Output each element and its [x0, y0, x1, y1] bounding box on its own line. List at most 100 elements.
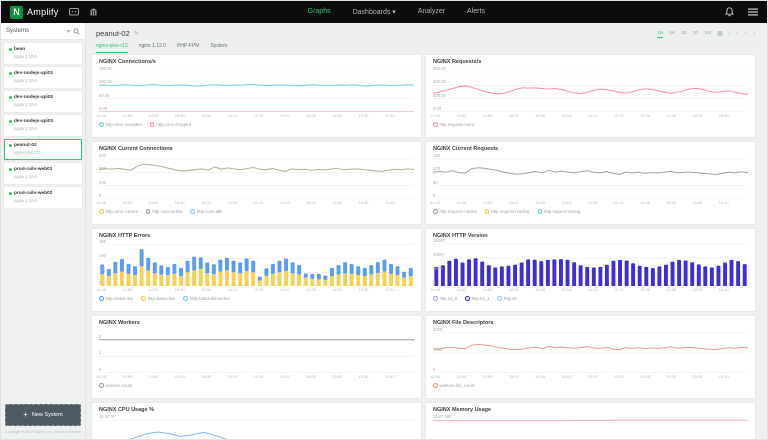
x-axis-tick: 15:00 [174, 113, 185, 118]
sidebar-item-prod-rails-web02[interactable]: prod-rails-web02 nginx 1.10.0 [4, 187, 82, 208]
legend-item: http.request.writing [537, 209, 580, 214]
chevron-down-icon[interactable]: ▾ [67, 28, 70, 35]
y-axis-tick: 100 [99, 252, 106, 258]
tab-system[interactable]: System [210, 43, 227, 53]
live-icon[interactable]: ○ [744, 31, 747, 36]
x-axis-tick: 14:55 [148, 374, 159, 379]
x-axis-tick: 15:30 [332, 374, 343, 379]
nav-item-alerts[interactable]: Alerts [467, 8, 485, 16]
system-name: prod-rails-web02 [9, 191, 77, 196]
chart-card: NGINX Memory Usage15.07 MB14:4514:5014:5… [425, 402, 756, 439]
tab-php-fpm[interactable]: PHP-FPM [177, 43, 200, 53]
chart-plot[interactable]: 2 1 0 [99, 329, 414, 373]
x-axis-tick: 15:40 [384, 287, 395, 292]
new-system-button[interactable]: + New System [5, 404, 81, 426]
search-icon[interactable] [73, 27, 80, 35]
chart-plot[interactable]: 150 100 50 0 [99, 239, 414, 286]
legend-label: workers.fds_count [439, 383, 475, 388]
y-axis-tick: 300 [99, 153, 106, 158]
status-dot-icon [9, 72, 12, 75]
x-axis: 14:45 14:50 14:55 15:00 15:05 15:10 15:15 15:20… [96, 113, 414, 119]
system-name: prod-rails-web01 [9, 167, 77, 172]
tab-nginx-1-12-0[interactable]: nginx 1.12.0 [139, 43, 166, 53]
system-name: dev-nodejs-api01 [9, 71, 77, 76]
pan-right-icon[interactable]: › [753, 31, 755, 37]
sidebar-item-prod-rails-web01[interactable]: prod-rails-web01 nginx 1.10.0 [4, 163, 82, 184]
system-name-label: prod-rails-web01 [14, 167, 53, 172]
chart-legend: workers.count [99, 383, 414, 388]
chat-monitor-icon[interactable] [68, 7, 79, 17]
logo-letter: N [13, 7, 20, 17]
x-axis-tick: 15:40 [718, 287, 729, 292]
hamburger-menu-icon[interactable] [748, 8, 758, 16]
time-range-1d[interactable]: 1D [681, 30, 687, 38]
legend-label: http.status.4xx [105, 296, 134, 301]
x-axis-tick: 15:25 [639, 287, 651, 292]
main-content: peanut-02 ✎ 1H 4H 1D 2D 1W ▦ ‹ ○ › nginx-plu… [86, 23, 767, 439]
y-axis-tick: 100 [99, 179, 106, 185]
x-axis-tick: 15:15 [587, 374, 598, 379]
chart-plot[interactable]: 10.00 % [99, 414, 414, 439]
bell-icon[interactable] [725, 7, 734, 17]
edit-pencil-icon[interactable]: ✎ [134, 30, 139, 37]
x-axis-tick: 15:10 [227, 374, 238, 379]
system-name-label: dev-nodejs-api01 [14, 71, 54, 76]
sidebar-item-dev-nodejs-api03[interactable]: dev-nodejs-api03 nginx 1.10.0 [4, 115, 82, 136]
x-axis-tick: 14:50 [456, 113, 467, 118]
legend-dot-icon [433, 122, 438, 127]
y-axis-tick: 2000 [433, 327, 443, 332]
chart-plot[interactable]: 150 100 50 0 [433, 153, 748, 199]
legend-dot-icon [484, 209, 490, 214]
y-axis-tick: 150.00 [99, 66, 112, 71]
legend-label: http.v1_0 [439, 296, 458, 301]
x-axis: 14:45 14:50 14:55 15:00 15:05 15:10 15:15 15:20… [96, 287, 414, 293]
brand[interactable]: N Amplify [10, 5, 59, 19]
brand-name: Amplify [27, 7, 59, 17]
time-range-4h[interactable]: 4H [669, 30, 675, 38]
x-axis-tick: 15:30 [666, 287, 677, 292]
system-name-label: prod-rails-web02 [14, 191, 53, 196]
chart-plot[interactable]: 300 200 100 0 [99, 153, 414, 199]
sidebar: Systems ▾ bean nginx 1.10.0 dev-nodejs-api… [1, 23, 86, 439]
nav-item-analyzer[interactable]: Analyzer [418, 8, 445, 16]
x-axis-tick: 15:40 [718, 200, 729, 205]
plus-icon: + [23, 410, 28, 419]
systems-title: Systems [6, 28, 30, 34]
x-axis-tick: 15:15 [253, 287, 264, 292]
time-range-1w[interactable]: 1W [705, 30, 712, 38]
time-range-1h[interactable]: 1H [657, 30, 664, 38]
building-icon[interactable] [89, 7, 98, 17]
chart-plot[interactable]: 300.00 200.00 100.00 0.00 [433, 66, 748, 112]
x-axis-tick: 14:45 [429, 287, 441, 292]
y-axis-tick: 100.00 [433, 92, 446, 98]
legend-item: http.v2 [497, 296, 517, 301]
nav-item-dashboards[interactable]: Dashboards ▾ [353, 8, 396, 16]
tab-nginx-plus-r13[interactable]: nginx-plus-r13 [96, 43, 128, 53]
legend-item: http.v1_1 [465, 296, 489, 301]
chart-plot[interactable]: 2000 1000 0 [433, 327, 748, 373]
x-axis-tick: 15:40 [718, 374, 729, 379]
copyright-text: Copyright © 2017 NGINX, Inc. Terms of Se… [5, 430, 81, 434]
x-axis-tick: 15:15 [587, 287, 598, 292]
chart-title: NGINX Workers [99, 320, 140, 326]
calendar-icon[interactable]: ▦ [717, 31, 723, 37]
x-axis-tick: 15:20 [613, 200, 624, 205]
time-range-2d[interactable]: 2D [693, 30, 699, 38]
chart-plot[interactable]: 150.00 100.00 50.00 0.00 [99, 66, 414, 112]
topbar-nav: Graphs Dashboards ▾ Analyzer Alerts [98, 8, 695, 16]
sidebar-item-dev-nodejs-api02[interactable]: dev-nodejs-api02 nginx 1.10.0 [4, 91, 82, 112]
x-axis-tick: 15:10 [227, 287, 238, 292]
nav-item-graphs[interactable]: Graphs [308, 8, 331, 16]
chart-plot[interactable]: 15000 10000 5000 0 [433, 238, 748, 286]
sidebar-item-dev-nodejs-api01[interactable]: dev-nodejs-api01 nginx 1.10.0 [4, 67, 82, 88]
x-axis-tick: 15:00 [508, 287, 519, 292]
sidebar-item-bean[interactable]: bean nginx 1.10.0 [4, 43, 82, 64]
x-axis-tick: 15:15 [253, 113, 264, 118]
legend-label: http.conn.active [152, 209, 183, 214]
pan-left-icon[interactable]: ‹ [736, 31, 738, 37]
sidebar-item-peanut-02[interactable]: peanut-02 nginx-plus-r13 [4, 139, 82, 160]
x-axis: 14:45 14:50 14:55 15:00 15:05 15:10 15:15 15:20… [96, 374, 414, 380]
x-axis-tick: 14:55 [148, 113, 159, 118]
chart-plot[interactable]: 15.07 MB [433, 414, 748, 439]
x-axis-tick: 15:20 [613, 374, 624, 379]
